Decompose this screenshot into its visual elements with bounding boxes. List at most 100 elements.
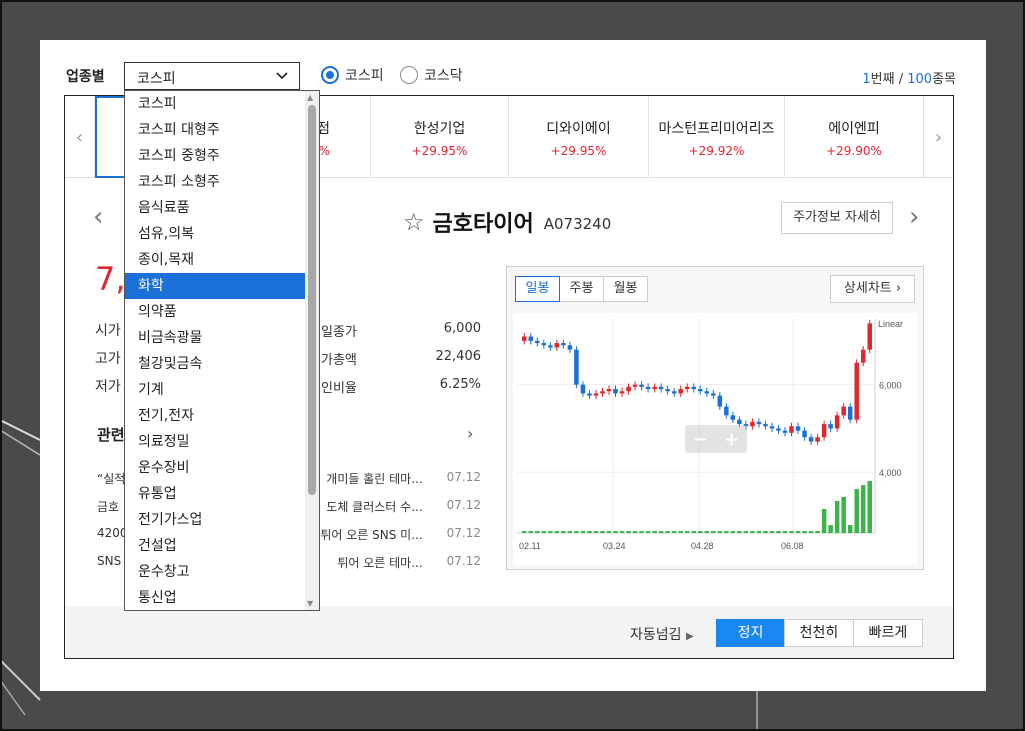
carousel-prev-button[interactable]: ‹	[65, 96, 95, 178]
volume-bar	[587, 531, 592, 533]
zoom-in-icon[interactable]: +	[724, 429, 739, 450]
candle-body	[847, 406, 853, 420]
candle-body	[574, 349, 579, 385]
news-title: 튀어 오른 SNS 미...	[320, 528, 423, 542]
candle-body	[665, 389, 670, 392]
volume-bar	[743, 531, 749, 533]
radio-kosdaq[interactable]: 코스닥	[400, 65, 463, 85]
next-stock-button[interactable]: ›	[909, 202, 919, 232]
news-left: 4200	[97, 526, 128, 540]
stock-header: ☆ 금호타이어 A073240	[403, 206, 611, 238]
chart-widget: 일봉 주봉 월봉 상세차트 › Linear 6,000 4,000 02.11 03.…	[506, 266, 924, 570]
dropdown-option[interactable]: 유통업	[125, 481, 305, 507]
tab-daily[interactable]: 일봉	[515, 276, 560, 302]
sector-dropdown-list[interactable]: 코스피 코스피 대형주 코스피 중형주 코스피 소형주 음식료품 섬유,의복 종이,목재 화학…	[124, 90, 320, 611]
volume-bar	[867, 481, 872, 533]
candle-body	[658, 386, 664, 390]
dropdown-option[interactable]: 철강및금속	[125, 351, 305, 377]
scroll-up-icon[interactable]: ▲	[307, 93, 313, 102]
candle-body	[684, 386, 690, 390]
stock-detail-button[interactable]: 주가정보 자세히	[781, 202, 893, 234]
chevron-right-icon: ›	[467, 424, 474, 443]
stat-label: 인비율	[321, 381, 357, 396]
volume-bar	[522, 531, 527, 533]
ticker-item[interactable]: 에이엔피 +29.90%	[785, 96, 923, 178]
dropdown-option[interactable]: 음식료품	[125, 195, 305, 221]
dropdown-option[interactable]: 의료정밀	[125, 429, 305, 455]
radio-checked-icon	[321, 66, 339, 84]
auto-advance-label: 자동넘김 ▶	[630, 624, 694, 644]
star-icon[interactable]: ☆	[403, 208, 425, 236]
candle-body	[691, 386, 696, 390]
chevron-down-icon	[276, 72, 288, 80]
scale-label: Linear	[878, 319, 903, 329]
auto-advance-text: 자동넘김	[630, 627, 682, 643]
candle-body	[548, 345, 553, 348]
tab-weekly[interactable]: 주봉	[559, 276, 604, 302]
ticker-item[interactable]: 한성기업 +29.95%	[371, 96, 509, 178]
dropdown-option[interactable]: 기계	[125, 377, 305, 403]
dropdown-option[interactable]: 종이,목재	[125, 247, 305, 273]
candle-body	[600, 391, 605, 394]
dropdown-option[interactable]: 운수장비	[125, 455, 305, 481]
stat-value: 22,406	[435, 349, 482, 364]
dropdown-option[interactable]: 화학	[125, 273, 305, 299]
y-tick-label: 6,000	[879, 381, 902, 391]
stock-name: 금호타이어	[432, 212, 534, 237]
zoom-out-icon[interactable]: −	[693, 429, 708, 450]
dropdown-option[interactable]: 코스피 소형주	[125, 169, 305, 195]
dropdown-option[interactable]: 건설업	[125, 533, 305, 559]
tab-monthly[interactable]: 월봉	[603, 276, 648, 302]
fast-button[interactable]: 빠르게	[853, 619, 923, 647]
stop-button[interactable]: 정지	[716, 619, 785, 647]
scroll-down-icon[interactable]: ▼	[307, 599, 313, 608]
volume-bar	[574, 531, 579, 533]
dropdown-option[interactable]: 섬유,의복	[125, 221, 305, 247]
dropdown-option[interactable]: 비금속광물	[125, 325, 305, 351]
volume-bar	[750, 531, 755, 533]
candle-body	[678, 389, 683, 394]
volume-bar	[671, 531, 677, 533]
news-date: 07.12	[446, 554, 481, 568]
dropdown-scrollbar[interactable]: ▲ ▼	[305, 91, 319, 610]
radio-kospi[interactable]: 코스피	[321, 65, 384, 85]
candle-body	[724, 406, 729, 416]
volume-bar	[828, 525, 833, 533]
candle-body	[619, 391, 625, 394]
volume-bar	[789, 531, 794, 533]
x-tick-label: 03.24	[603, 541, 626, 551]
volume-bar	[737, 531, 742, 533]
dropdown-option[interactable]: 코스피 대형주	[125, 117, 305, 143]
dropdown-option[interactable]: 코스피 중형주	[125, 143, 305, 169]
detail-chart-button[interactable]: 상세차트 ›	[830, 275, 915, 303]
counter-current: 1	[862, 72, 871, 87]
news-left: 금호	[97, 500, 120, 514]
ticker-item[interactable]: 마스턴프리미어리즈 +29.92%	[649, 96, 785, 178]
volume-bar	[815, 531, 820, 533]
dropdown-option[interactable]: 코스피	[125, 91, 305, 117]
dropdown-option[interactable]: 운수창고	[125, 559, 305, 585]
scrollbar-thumb[interactable]	[308, 105, 316, 495]
dropdown-option[interactable]: 전기,전자	[125, 403, 305, 429]
dropdown-items: 코스피 코스피 대형주 코스피 중형주 코스피 소형주 음식료품 섬유,의복 종이,목재 화학…	[125, 91, 319, 610]
prev-stock-button[interactable]: ‹	[93, 202, 103, 232]
dropdown-option[interactable]: 전기가스업	[125, 507, 305, 533]
related-more-button[interactable]: ›	[467, 424, 473, 443]
volume-bar	[535, 531, 540, 533]
carousel-next-button[interactable]: ›	[923, 96, 953, 178]
low-label: 저가	[95, 379, 121, 395]
candle-body	[606, 389, 612, 392]
candle-body	[769, 426, 775, 429]
dropdown-option[interactable]: 의약품	[125, 299, 305, 325]
counter-total: 100	[907, 72, 933, 87]
radio-unchecked-icon	[400, 66, 418, 84]
ticker-change: +29.95%	[550, 144, 607, 158]
dropdown-option[interactable]: 통신업	[125, 585, 305, 610]
sector-select[interactable]: 코스피	[124, 62, 300, 90]
candle-body	[867, 323, 872, 350]
ticker-item[interactable]: 디와이에이 +29.95%	[509, 96, 649, 178]
candle-body	[750, 421, 755, 427]
news-title: 도체 클러스터 수...	[326, 500, 423, 514]
slow-button[interactable]: 천천히	[784, 619, 854, 647]
volume-bar	[600, 531, 605, 533]
